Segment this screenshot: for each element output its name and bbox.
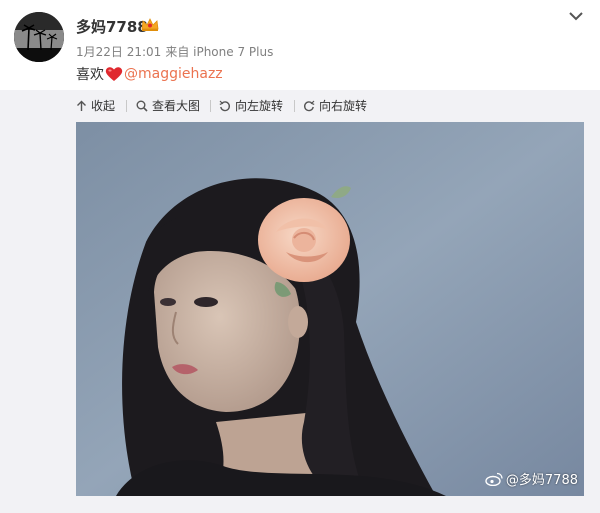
user-name[interactable]: 多妈7788 (76, 16, 148, 37)
media-panel: 收起 查看大图 向左旋转 向右旋转 @多妈7788 (0, 90, 600, 513)
image-toolbar: 收起 查看大图 向左旋转 向右旋转 (0, 90, 600, 120)
post-timestamp[interactable]: 1月22日 21:01 (76, 45, 161, 59)
photo-watermark: @多妈7788 (485, 469, 578, 488)
post-header: 多妈7788 1月22日 21:01 来自 iPhone 7 Plus 喜欢 @m… (0, 0, 600, 90)
rotate-right-label: 向右旋转 (319, 99, 368, 113)
rotate-right-icon (303, 100, 315, 111)
chevron-down-icon[interactable] (568, 10, 584, 22)
heart-emoji-icon (105, 67, 123, 81)
toolbar-divider (126, 100, 127, 112)
weibo-logo-icon (485, 472, 503, 486)
rotate-right-button[interactable]: 向右旋转 (303, 97, 367, 114)
magnifier-icon (136, 100, 148, 112)
post-text-prefix: 喜欢 (76, 67, 104, 83)
palm-tree-sunset-icon (14, 12, 64, 62)
vip-crown-icon[interactable] (140, 16, 160, 32)
rotate-left-button[interactable]: 向左旋转 (219, 97, 283, 114)
arrow-up-icon (77, 100, 86, 111)
post-source: 来自 iPhone 7 Plus (165, 45, 274, 59)
watermark-text: @多妈7788 (505, 473, 578, 488)
avatar[interactable] (14, 12, 64, 62)
collapse-button[interactable]: 收起 (76, 97, 115, 114)
toolbar-divider (210, 100, 211, 112)
post-text: 喜欢 @maggiehazz (76, 64, 223, 84)
post-photo[interactable]: @多妈7788 (76, 122, 584, 496)
rotate-left-label: 向左旋转 (235, 99, 284, 113)
toolbar-divider (294, 100, 295, 112)
post-meta: 1月22日 21:01 来自 iPhone 7 Plus (76, 43, 273, 60)
view-large-label: 查看大图 (152, 99, 201, 113)
collapse-label: 收起 (91, 99, 116, 113)
rotate-left-icon (219, 100, 231, 111)
portrait-girl-with-flower (76, 122, 584, 496)
mention-link[interactable]: @maggiehazz (124, 66, 223, 82)
view-large-button[interactable]: 查看大图 (136, 97, 200, 114)
